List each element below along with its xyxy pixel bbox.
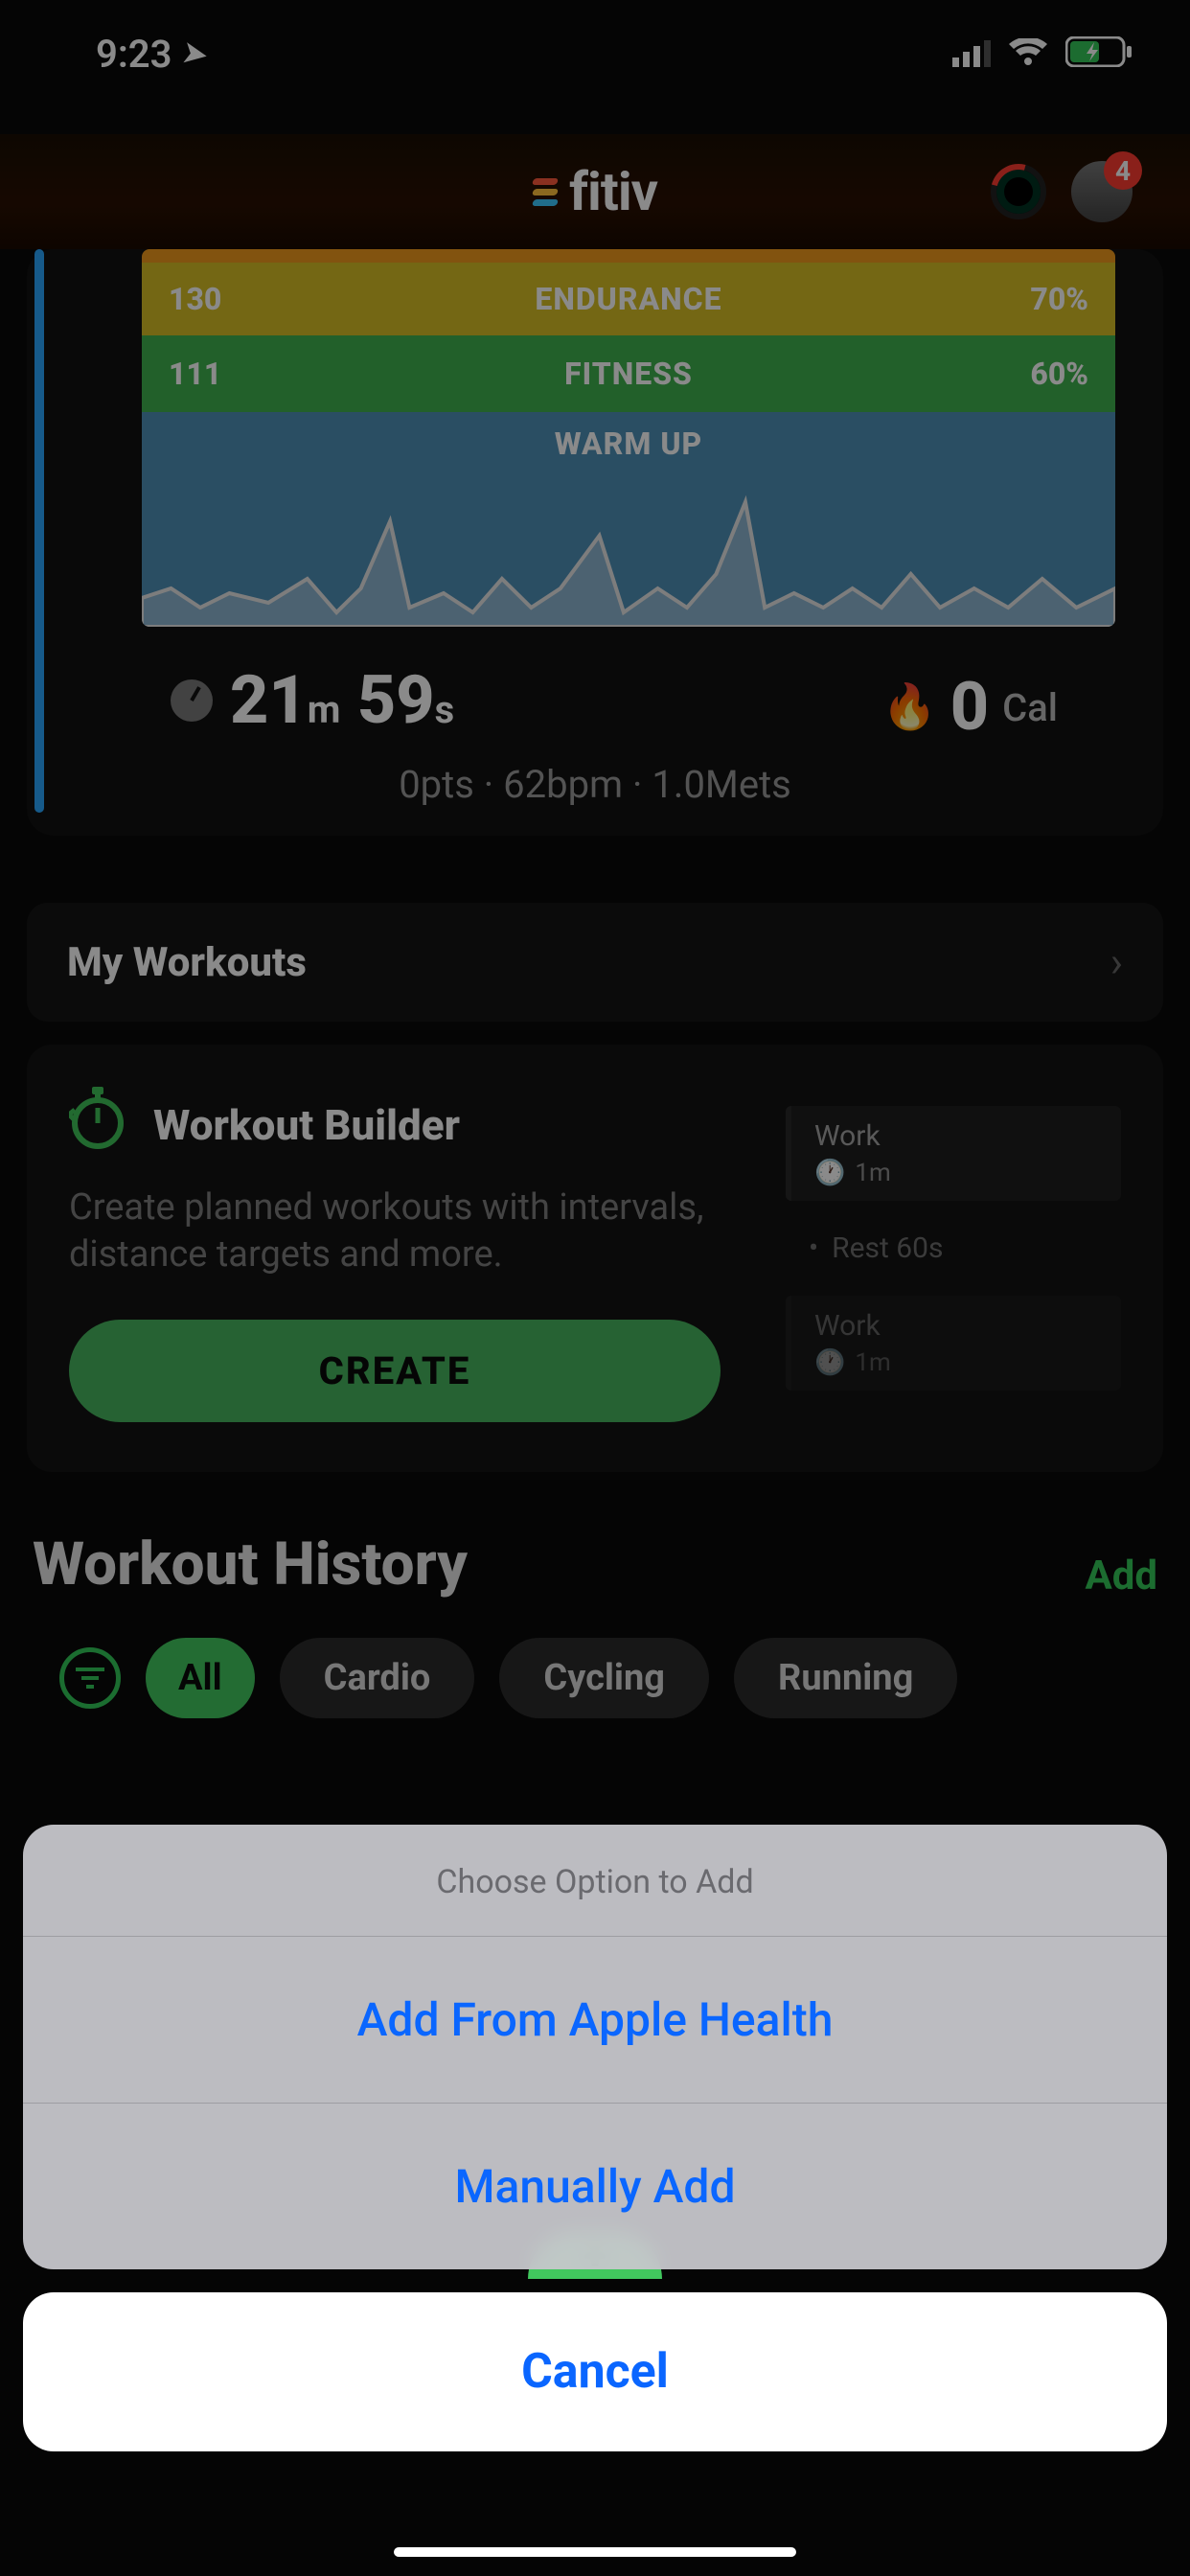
home-indicator[interactable]	[394, 2547, 796, 2557]
action-manually-add[interactable]: Manually Add	[23, 2104, 1167, 2269]
action-add-from-apple-health[interactable]: Add From Apple Health	[23, 1937, 1167, 2104]
action-sheet: Choose Option to Add Add From Apple Heal…	[23, 1825, 1167, 2451]
action-sheet-title: Choose Option to Add	[23, 1825, 1167, 1937]
action-cancel[interactable]: Cancel	[23, 2292, 1167, 2451]
